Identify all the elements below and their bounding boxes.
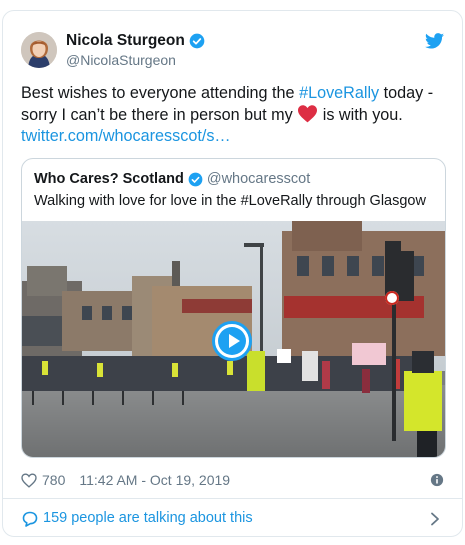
verified-badge-icon bbox=[189, 33, 205, 49]
quoted-tweet[interactable]: Who Cares? Scotland @whocaresscot Walkin… bbox=[21, 158, 446, 458]
hashtag-link[interactable]: #LoveRally bbox=[299, 84, 379, 102]
timestamp[interactable]: 11:42 AM - Oct 19, 2019 bbox=[79, 472, 230, 488]
author-name[interactable]: Nicola Sturgeon bbox=[66, 32, 185, 50]
author-name-row[interactable]: Nicola Sturgeon bbox=[66, 32, 205, 50]
tweet-text-part: is with you. bbox=[318, 105, 403, 124]
tweet-text-part: Best wishes to everyone attending the bbox=[21, 84, 300, 102]
quoted-author-handle[interactable]: @whocaresscot bbox=[207, 171, 310, 187]
tweet-card: Nicola Sturgeon @NicolaSturgeon Best wis… bbox=[2, 10, 463, 537]
tweet-url-link[interactable]: twitter.com/whocaresscot/s… bbox=[21, 127, 231, 145]
heart-emoji-icon bbox=[298, 104, 318, 122]
play-button[interactable] bbox=[212, 321, 252, 361]
like-heart-icon[interactable] bbox=[21, 472, 37, 488]
quoted-tweet-header: Who Cares? Scotland @whocaresscot bbox=[34, 171, 310, 187]
conversation-link[interactable]: 159 people are talking about this bbox=[3, 499, 462, 536]
quoted-tweet-text: Walking with love for love in the #LoveR… bbox=[34, 193, 426, 209]
author-handle[interactable]: @NicolaSturgeon bbox=[66, 52, 176, 68]
twitter-bird-icon[interactable] bbox=[425, 33, 444, 49]
chevron-right-icon[interactable] bbox=[430, 512, 440, 526]
quoted-author-name[interactable]: Who Cares? Scotland bbox=[34, 171, 184, 187]
speech-bubble-icon bbox=[22, 511, 38, 527]
like-count[interactable]: 780 bbox=[42, 472, 65, 488]
talking-count-text[interactable]: 159 people are talking about this bbox=[43, 510, 253, 526]
video-thumbnail[interactable] bbox=[22, 221, 445, 457]
tweet-meta: 780 11:42 AM - Oct 19, 2019 bbox=[21, 469, 446, 491]
tweet-header: Nicola Sturgeon @NicolaSturgeon bbox=[3, 11, 462, 77]
verified-badge-icon bbox=[188, 172, 203, 186]
play-icon bbox=[218, 327, 246, 355]
author-avatar[interactable] bbox=[21, 32, 57, 68]
tweet-body: Best wishes to everyone attending the #L… bbox=[21, 83, 446, 148]
info-icon[interactable] bbox=[430, 473, 444, 487]
